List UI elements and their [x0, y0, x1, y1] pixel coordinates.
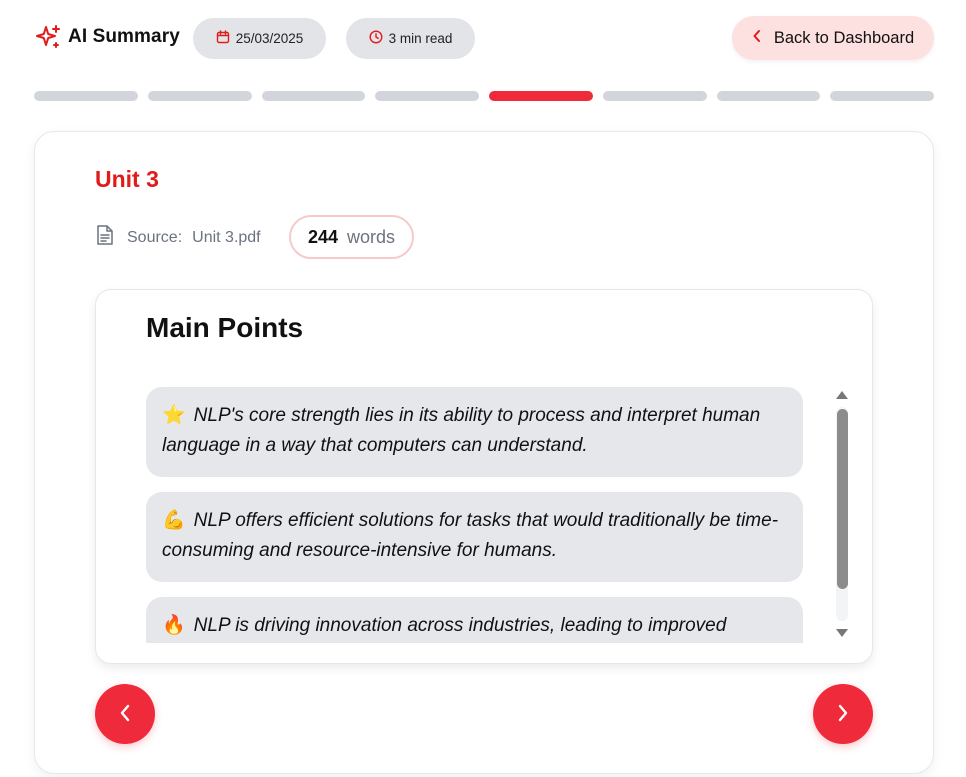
- scrollbar[interactable]: [834, 387, 850, 643]
- summary-card: Unit 3 Source: Unit 3.pdf 244 words Main…: [34, 131, 934, 774]
- next-button[interactable]: [813, 684, 873, 744]
- read-time-badge: 3 min read: [346, 18, 475, 59]
- section-title: Main Points: [146, 312, 304, 343]
- progress-step-7: [716, 91, 821, 101]
- progress-step-1: [34, 91, 138, 101]
- top-bar: AI Summary 25/03/2025 3 min read Back to…: [0, 0, 966, 80]
- progress-step-4: [375, 91, 479, 101]
- back-button-label: Back to Dashboard: [773, 28, 915, 47]
- word-count-label: words: [347, 226, 396, 247]
- chevron-right-icon: [836, 703, 850, 726]
- main-points-panel: Main Points ⭐ NLP's core strength lies in…: [95, 289, 873, 664]
- progress-step-3: [261, 91, 366, 101]
- point-text: NLP offers efficient solutions for tasks…: [162, 510, 779, 561]
- clock-icon: [369, 30, 383, 47]
- chevron-left-icon: [752, 29, 762, 48]
- point-text: NLP's core strength lies in its ability …: [162, 405, 761, 456]
- chevron-left-icon: [118, 703, 132, 726]
- unit-title: Unit 3: [95, 166, 159, 192]
- read-time-text: 3 min read: [388, 31, 453, 46]
- scroll-up-arrow-icon[interactable]: [836, 391, 848, 399]
- list-item: 🔥 NLP is driving innovation across indust…: [146, 597, 803, 643]
- date-text: 25/03/2025: [235, 31, 304, 46]
- progress-step-8: [830, 91, 934, 101]
- source-label: Source:: [127, 228, 183, 246]
- sparkle-icon: [34, 23, 62, 51]
- fire-icon: 🔥: [162, 615, 186, 636]
- back-to-dashboard-button[interactable]: Back to Dashboard: [732, 16, 934, 60]
- scroll-thumb[interactable]: [837, 409, 848, 589]
- source-info: Source: Unit 3.pdf: [95, 224, 261, 251]
- brand-title: AI Summary: [68, 26, 180, 47]
- list-item: 💪 NLP offers efficient solutions for task…: [146, 492, 803, 582]
- date-badge: 25/03/2025: [193, 18, 326, 59]
- flexed-arm-icon: 💪: [162, 510, 186, 531]
- scroll-down-arrow-icon[interactable]: [836, 629, 848, 637]
- list-item: ⭐ NLP's core strength lies in its ability…: [146, 387, 803, 477]
- brand: AI Summary: [34, 23, 180, 51]
- point-text: NLP is driving innovation across industr…: [193, 615, 727, 636]
- document-icon: [95, 224, 115, 251]
- word-count: 244: [307, 226, 339, 247]
- progress-step-6: [602, 91, 707, 101]
- word-count-badge: 244 words: [289, 215, 414, 259]
- progress-stepper: [34, 91, 934, 101]
- source-file: Unit 3.pdf: [192, 228, 261, 246]
- progress-step-5: [489, 91, 593, 101]
- star-icon: ⭐: [162, 405, 186, 426]
- previous-button[interactable]: [95, 684, 155, 744]
- progress-step-2: [147, 91, 252, 101]
- calendar-icon: [216, 30, 230, 47]
- points-list[interactable]: ⭐ NLP's core strength lies in its ability…: [146, 387, 804, 643]
